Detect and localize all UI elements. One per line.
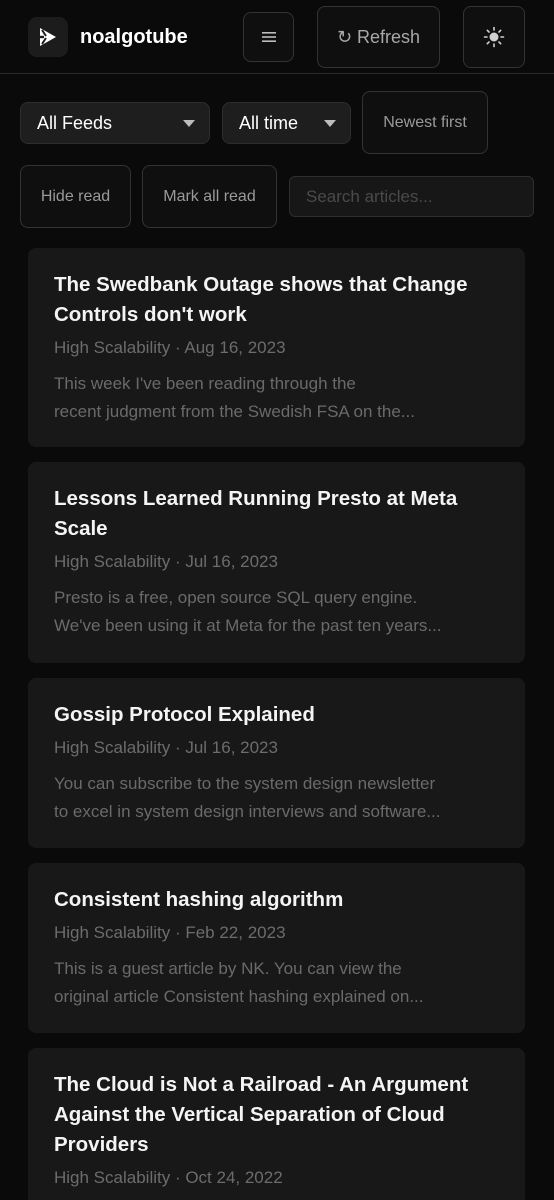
article-excerpt-line: You can subscribe to the system design n… [54, 774, 436, 793]
article-title[interactable]: Gossip Protocol Explained [54, 700, 499, 730]
feeds-select-value: All Feeds [37, 112, 113, 133]
article-card[interactable]: Consistent hashing algorithm High Scalab… [28, 863, 525, 1033]
article-meta: High Scalability · Oct 24, 2022 [54, 1168, 283, 1187]
article-meta: High Scalability · Jul 16, 2023 [54, 738, 278, 757]
time-range-select[interactable]: All time [222, 102, 351, 144]
article-excerpt: Presto is a free, open source SQL query … [54, 584, 499, 640]
article-title[interactable]: The Cloud is Not a Railroad - An Argumen… [54, 1070, 499, 1160]
article-excerpt: You can subscribe to the system design n… [54, 770, 499, 826]
app-logo[interactable] [28, 17, 68, 57]
theme-toggle-button[interactable] [463, 6, 525, 68]
menu-button[interactable] [243, 12, 294, 62]
article-excerpt-line: Presto is a free, open source SQL query … [54, 588, 418, 607]
sun-icon [483, 26, 505, 48]
chevron-down-icon [324, 120, 336, 127]
hamburger-icon [261, 32, 276, 42]
article-meta: High Scalability · Feb 22, 2023 [54, 923, 286, 942]
refresh-button[interactable]: ↻ Refresh [317, 6, 440, 68]
article-title[interactable]: Lessons Learned Running Presto at Meta S… [54, 484, 499, 544]
chevron-down-icon [183, 120, 195, 127]
sort-button[interactable]: Newest first [362, 91, 488, 154]
article-card[interactable]: The Swedbank Outage shows that Change Co… [28, 248, 525, 447]
feeds-select[interactable]: All Feeds [20, 102, 210, 144]
article-excerpt-line: to excel in system design interviews and… [54, 802, 441, 821]
article-excerpt: This is a guest article by NK. You can v… [54, 955, 499, 1011]
logo-icon [37, 28, 56, 46]
article-excerpt-line: original article Consistent hashing expl… [54, 987, 424, 1006]
article-title[interactable]: The Swedbank Outage shows that Change Co… [54, 270, 499, 330]
hide-read-button[interactable]: Hide read [20, 165, 131, 228]
article-card[interactable]: The Cloud is Not a Railroad - An Argumen… [28, 1048, 525, 1200]
article-excerpt-line: This week I've been reading through the [54, 374, 356, 393]
time-select-value: All time [239, 112, 299, 133]
app-title: noalgotube [80, 26, 188, 48]
article-excerpt-line: This is a guest article by NK. You can v… [54, 959, 402, 978]
article-card[interactable]: Lessons Learned Running Presto at Meta S… [28, 462, 525, 663]
top-bar: noalgotube ↻ Refresh [0, 0, 554, 74]
article-meta: High Scalability · Jul 16, 2023 [54, 552, 278, 571]
article-excerpt: This week I've been reading through the … [54, 370, 499, 426]
search-input[interactable] [289, 176, 534, 217]
article-card[interactable]: Gossip Protocol Explained High Scalabili… [28, 678, 525, 848]
article-title[interactable]: Consistent hashing algorithm [54, 885, 499, 915]
article-excerpt-line: We've been using it at Meta for the past… [54, 616, 442, 635]
article-meta: High Scalability · Aug 16, 2023 [54, 338, 286, 357]
mark-all-read-button[interactable]: Mark all read [142, 165, 277, 228]
article-excerpt-line: recent judgment from the Swedish FSA on … [54, 402, 415, 421]
